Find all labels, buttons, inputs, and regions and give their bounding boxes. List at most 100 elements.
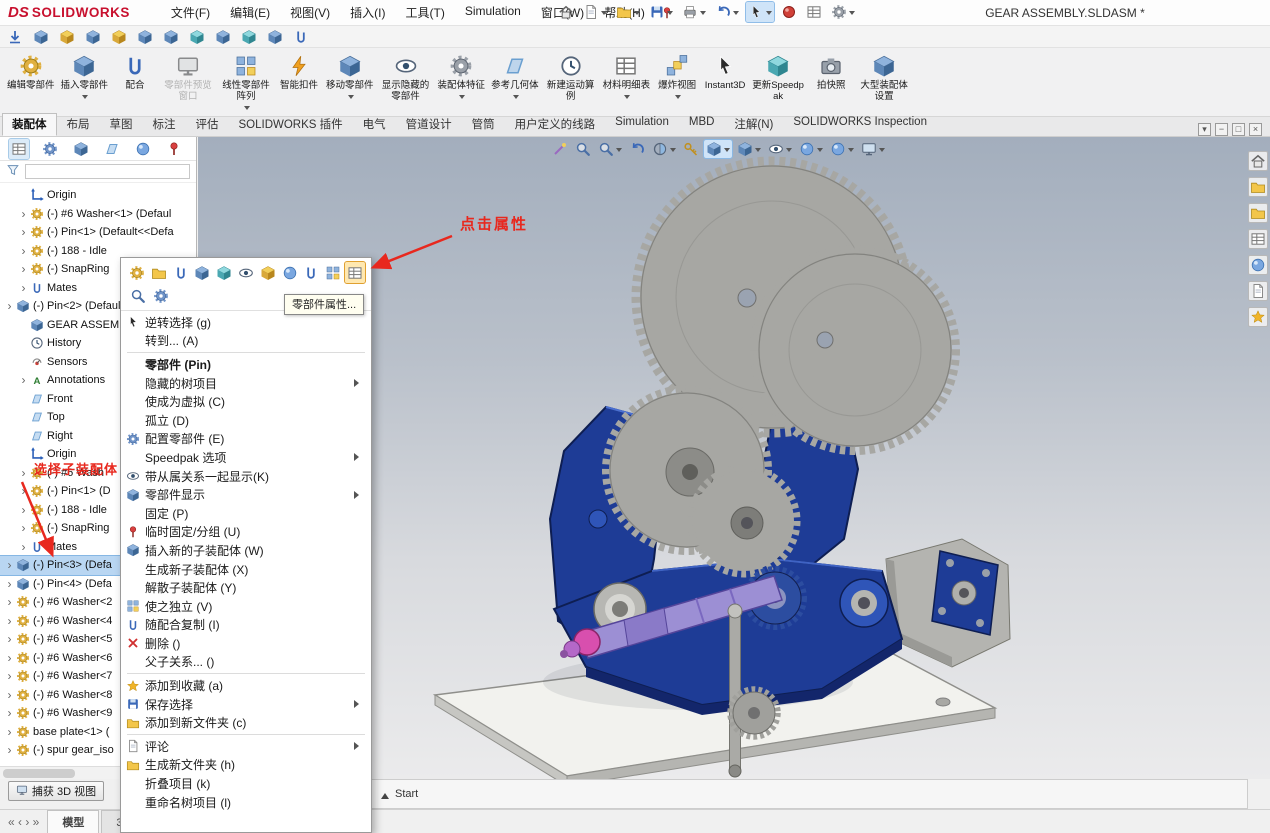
- minimize-icon[interactable]: −: [1215, 123, 1228, 136]
- component-preview-window-button[interactable]: 零部件预览窗口: [160, 50, 216, 116]
- displaymanager-tab[interactable]: [133, 139, 153, 159]
- expand-arrow-icon[interactable]: ›: [18, 504, 29, 516]
- context-menu-item[interactable]: 转到... (A): [121, 332, 371, 351]
- expand-arrow-icon[interactable]: ›: [18, 485, 29, 497]
- mate-reference-button[interactable]: [291, 27, 311, 47]
- configurationmanager-tab[interactable]: [71, 139, 91, 159]
- assembly-tool-4-button[interactable]: [109, 27, 129, 47]
- open-subassembly-button[interactable]: [149, 262, 169, 283]
- settings-gear-button[interactable]: [829, 2, 857, 22]
- commandmanager-tab[interactable]: 草图: [100, 113, 143, 136]
- context-menu-item[interactable]: 生成新子装配体 (X): [121, 560, 371, 579]
- context-menu-item[interactable]: 重命名树项目 (l): [121, 793, 371, 812]
- context-menu-item[interactable]: 随配合复制 (I): [121, 616, 371, 635]
- tree-item[interactable]: ›(-) Pin<1> (Default<<Defa: [0, 223, 196, 242]
- commandmanager-tab[interactable]: 标注: [143, 113, 186, 136]
- filter-funnel-icon[interactable]: [6, 163, 20, 180]
- expand-arrow-icon[interactable]: ›: [4, 596, 15, 608]
- mate-button[interactable]: 配合: [112, 50, 158, 116]
- assembly-tool-3-button[interactable]: [83, 27, 103, 47]
- expand-motionbar-icon[interactable]: [381, 789, 389, 799]
- home-button[interactable]: [556, 2, 576, 22]
- edit-component-button[interactable]: 编辑零部件: [5, 50, 57, 116]
- assembly-tool-2-button[interactable]: [57, 27, 77, 47]
- commandmanager-tab[interactable]: SOLIDWORKS 插件: [229, 113, 353, 136]
- component-properties-button[interactable]: [345, 262, 365, 283]
- model-tab[interactable]: 模型: [47, 810, 99, 833]
- suppress-button[interactable]: [214, 262, 234, 283]
- apply-scene-button[interactable]: [828, 140, 856, 158]
- context-menu-item[interactable]: 临时固定/分组 (U): [121, 523, 371, 542]
- commandmanager-tab[interactable]: 装配体: [2, 113, 57, 136]
- context-menu-item[interactable]: 使之独立 (V): [121, 597, 371, 616]
- assembly-tool-10-button[interactable]: [265, 27, 285, 47]
- assembly-features-button[interactable]: 装配体特征: [436, 50, 488, 116]
- appearance-button[interactable]: [280, 262, 300, 283]
- commandmanager-tab[interactable]: 管筒: [462, 113, 505, 136]
- expand-arrow-icon[interactable]: ›: [4, 726, 15, 738]
- expand-arrow-icon[interactable]: ›: [4, 578, 15, 590]
- context-menu-item[interactable]: 添加到收藏 (a): [121, 676, 371, 695]
- pane-pin[interactable]: [164, 139, 184, 159]
- menubar-item[interactable]: 文件(F): [162, 0, 219, 25]
- exploded-view-button[interactable]: 爆炸视图: [654, 50, 700, 116]
- expand-arrow-icon[interactable]: ›: [18, 374, 29, 386]
- context-menu-item[interactable]: 解散子装配体 (Y): [121, 578, 371, 597]
- update-speedpak-button[interactable]: 更新Speedpak: [750, 50, 806, 116]
- context-menu-item[interactable]: 评论: [121, 737, 371, 756]
- configure-feature-button[interactable]: [150, 285, 171, 306]
- expand-arrow-icon[interactable]: ›: [18, 522, 29, 534]
- shaft-flange[interactable]: [932, 551, 998, 635]
- expand-arrow-icon[interactable]: ›: [4, 744, 15, 756]
- solidworks-forum-tab[interactable]: [1248, 307, 1268, 327]
- context-menu-item[interactable]: 配置零部件 (E): [121, 430, 371, 449]
- magic-wand-button[interactable]: [550, 140, 570, 158]
- expand-arrow-icon[interactable]: ›: [4, 652, 15, 664]
- dimxpertmanager-tab[interactable]: [102, 139, 122, 159]
- menubar-item[interactable]: 视图(V): [281, 0, 339, 25]
- context-menu-item[interactable]: 零部件显示: [121, 485, 371, 504]
- expand-arrow-icon[interactable]: ›: [18, 467, 29, 479]
- open-document-button[interactable]: [614, 2, 642, 22]
- file-explorer-tab[interactable]: [1248, 203, 1268, 223]
- context-menu-item[interactable]: Speedpak 选项: [121, 448, 371, 467]
- take-snapshot-button[interactable]: 拍快照: [808, 50, 854, 116]
- context-menu-item[interactable]: 删除 (): [121, 634, 371, 653]
- context-menu-item[interactable]: 逆转选择 (g): [121, 313, 371, 332]
- motion-manager-bar[interactable]: Start: [370, 779, 1248, 809]
- collapse-toolbar-button[interactable]: [5, 27, 25, 47]
- assembly-tool-8-button[interactable]: [213, 27, 233, 47]
- appearances-scenes-tab[interactable]: [1248, 255, 1268, 275]
- zoom-fit-button[interactable]: [573, 140, 593, 158]
- expand-arrow-icon[interactable]: ›: [18, 282, 29, 294]
- hide-component-button[interactable]: [236, 262, 256, 283]
- expand-arrow-icon[interactable]: ›: [4, 300, 15, 312]
- capture-3d-view-button[interactable]: 捕获 3D 视图: [8, 781, 104, 801]
- propertymanager-tab[interactable]: [40, 139, 60, 159]
- new-motion-study-button[interactable]: 新建运动算例: [543, 50, 599, 116]
- tree-item[interactable]: ›Origin: [0, 186, 196, 205]
- undock-icon[interactable]: ▾: [1198, 123, 1211, 136]
- print-button[interactable]: [680, 2, 708, 22]
- menubar-item[interactable]: 工具(T): [397, 0, 454, 25]
- move-component-button[interactable]: 移动零部件: [324, 50, 376, 116]
- move-component-button[interactable]: [192, 262, 212, 283]
- expand-arrow-icon[interactable]: ›: [18, 541, 29, 553]
- expand-arrow-icon[interactable]: ›: [18, 226, 29, 238]
- display-style-button[interactable]: [735, 140, 763, 158]
- context-menu-item[interactable]: 添加到新文件夹 (c): [121, 713, 371, 732]
- expand-arrow-icon[interactable]: ›: [4, 633, 15, 645]
- context-menu-item[interactable]: 隐藏的树项目: [121, 374, 371, 393]
- hide-show-items-button[interactable]: [766, 140, 794, 158]
- expand-arrow-icon[interactable]: ›: [18, 263, 29, 275]
- smart-fasteners-button[interactable]: 智能扣件: [276, 50, 322, 116]
- new-document-button[interactable]: [581, 2, 609, 22]
- commandmanager-tab[interactable]: SOLIDWORKS Inspection: [783, 113, 937, 136]
- view-palette-tab[interactable]: [1248, 229, 1268, 249]
- custom-properties-tab[interactable]: [1248, 281, 1268, 301]
- context-menu-item[interactable]: 保存选择: [121, 695, 371, 714]
- expand-arrow-icon[interactable]: ›: [4, 559, 15, 571]
- isolate-button[interactable]: [258, 262, 278, 283]
- select-cursor-button[interactable]: [746, 2, 774, 22]
- sheet-nav-arrows[interactable]: « ‹ › »: [0, 815, 47, 829]
